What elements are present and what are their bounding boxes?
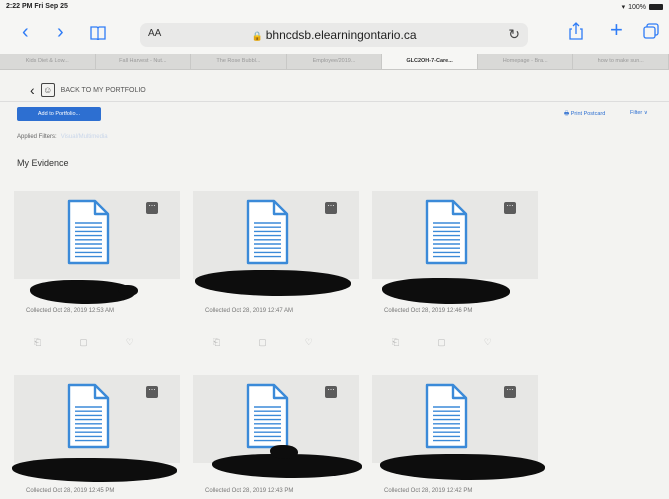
- more-options-button[interactable]: ⋯: [504, 202, 516, 214]
- collected-date: Collected Oct 28, 2019 12:46 PM: [384, 308, 473, 314]
- comment-icon[interactable]: ▢: [79, 337, 88, 348]
- more-options-button[interactable]: ⋯: [325, 202, 337, 214]
- back-to-portfolio-link[interactable]: ‹ ☺ BACK TO MY PORTFOLIO: [30, 82, 146, 98]
- evidence-card[interactable]: ⋯: [14, 375, 180, 463]
- comment-icon[interactable]: ▢: [258, 337, 267, 348]
- more-options-button[interactable]: ⋯: [146, 386, 158, 398]
- back-label: BACK TO MY PORTFOLIO: [60, 86, 146, 94]
- share-icon[interactable]: [569, 22, 583, 44]
- evidence-card[interactable]: ⋯: [372, 191, 538, 279]
- chevron-left-icon: ‹: [30, 82, 35, 98]
- chevron-down-icon: ∨: [643, 110, 648, 116]
- browser-tab-active[interactable]: GLC2OH-7-Care...: [382, 54, 478, 69]
- collected-date: Collected Oct 28, 2019 12:45 PM: [26, 488, 115, 494]
- browser-tab[interactable]: Employee/2019...: [287, 54, 383, 69]
- share-icon[interactable]: ⎗: [34, 337, 41, 348]
- filter-button[interactable]: Filter ∨: [630, 110, 648, 116]
- battery-icon: [649, 4, 663, 10]
- browser-tab[interactable]: Homepage - Bra...: [478, 54, 574, 69]
- add-to-portfolio-button[interactable]: Add to Portfolio...: [17, 107, 101, 121]
- share-icon[interactable]: ⎗: [392, 337, 399, 348]
- browser-tab[interactable]: how to make sun...: [573, 54, 669, 69]
- like-icon[interactable]: ♡: [305, 337, 313, 348]
- like-icon[interactable]: ♡: [126, 337, 134, 348]
- share-icon[interactable]: ⎗: [213, 337, 220, 348]
- status-bar: 2:22 PM Fri Sep 25 ▾ 100%: [0, 0, 669, 14]
- applied-filter-value[interactable]: Visual/Multimedia: [61, 134, 108, 140]
- document-icon: [245, 199, 289, 270]
- browser-tab[interactable]: The Rose Bubbl...: [191, 54, 287, 69]
- print-postcard-link[interactable]: 🖶 Print Postcard: [564, 110, 605, 119]
- document-icon: [66, 199, 110, 270]
- evidence-card[interactable]: ⋯: [372, 375, 538, 463]
- browser-toolbar: ‹ › AA 🔒 bhncdsb.elearningontario.ca ↻ +: [0, 14, 669, 54]
- card-actions: ⎗ ▢ ♡: [392, 337, 492, 348]
- like-icon[interactable]: ♡: [484, 337, 492, 348]
- comment-icon[interactable]: ▢: [437, 337, 446, 348]
- browser-tab[interactable]: Kids Diet & Low...: [0, 54, 96, 69]
- redaction-scribble: [118, 285, 138, 296]
- evidence-card[interactable]: ⋯: [193, 191, 359, 279]
- collected-date: Collected Oct 28, 2019 12:42 PM: [384, 488, 473, 494]
- redaction-scribble: [380, 454, 545, 480]
- lock-icon: 🔒: [251, 31, 263, 41]
- url-text: 🔒 bhncdsb.elearningontario.ca: [140, 28, 528, 42]
- page-title: My Evidence: [17, 158, 69, 168]
- browser-tab-bar: Kids Diet & Low... Fall Harvest - Nut...…: [0, 54, 669, 70]
- card-actions: ⎗ ▢ ♡: [34, 337, 134, 348]
- print-label: Print Postcard: [570, 111, 606, 117]
- back-arrow-icon[interactable]: ‹: [22, 22, 29, 42]
- status-time: 2:22 PM Fri Sep 25: [6, 3, 68, 10]
- redaction-scribble: [270, 445, 298, 459]
- browser-tab[interactable]: Fall Harvest - Nut...: [96, 54, 192, 69]
- divider: [0, 101, 669, 102]
- new-tab-icon[interactable]: +: [610, 19, 623, 41]
- document-icon: [66, 383, 110, 454]
- forward-arrow-icon[interactable]: ›: [57, 22, 64, 42]
- document-icon: [424, 383, 468, 454]
- status-right: ▾ 100%: [622, 3, 663, 11]
- more-options-button[interactable]: ⋯: [146, 202, 158, 214]
- document-icon: [245, 383, 289, 454]
- address-bar[interactable]: AA 🔒 bhncdsb.elearningontario.ca ↻: [140, 23, 528, 47]
- redaction-scribble: [12, 458, 177, 482]
- profile-icon: ☺: [40, 83, 55, 97]
- more-options-button[interactable]: ⋯: [504, 386, 516, 398]
- more-options-button[interactable]: ⋯: [325, 386, 337, 398]
- print-icon: 🖶: [564, 111, 571, 117]
- redaction-scribble: [195, 270, 351, 296]
- battery-percent: 100%: [628, 3, 646, 11]
- applied-filters: Applied Filters: Visual/Multimedia: [17, 134, 108, 140]
- card-actions: ⎗ ▢ ♡: [213, 337, 313, 348]
- portfolio-page: ‹ ☺ BACK TO MY PORTFOLIO Add to Portfoli…: [0, 70, 669, 499]
- collected-date: Collected Oct 28, 2019 12:53 AM: [26, 308, 115, 314]
- tabs-overview-icon[interactable]: [643, 23, 659, 43]
- bookmarks-icon[interactable]: [90, 24, 106, 44]
- filter-label: Filter: [630, 110, 643, 116]
- document-icon: [424, 199, 468, 270]
- url-value: bhncdsb.elearningontario.ca: [265, 28, 417, 42]
- applied-filters-label: Applied Filters:: [17, 134, 57, 140]
- reload-icon[interactable]: ↻: [508, 26, 520, 43]
- collected-date: Collected Oct 28, 2019 12:43 PM: [205, 488, 294, 494]
- evidence-card[interactable]: ⋯: [14, 191, 180, 279]
- wifi-icon: ▾: [621, 4, 626, 11]
- collected-date: Collected Oct 28, 2019 12:47 AM: [205, 308, 294, 314]
- redaction-scribble: [382, 278, 510, 304]
